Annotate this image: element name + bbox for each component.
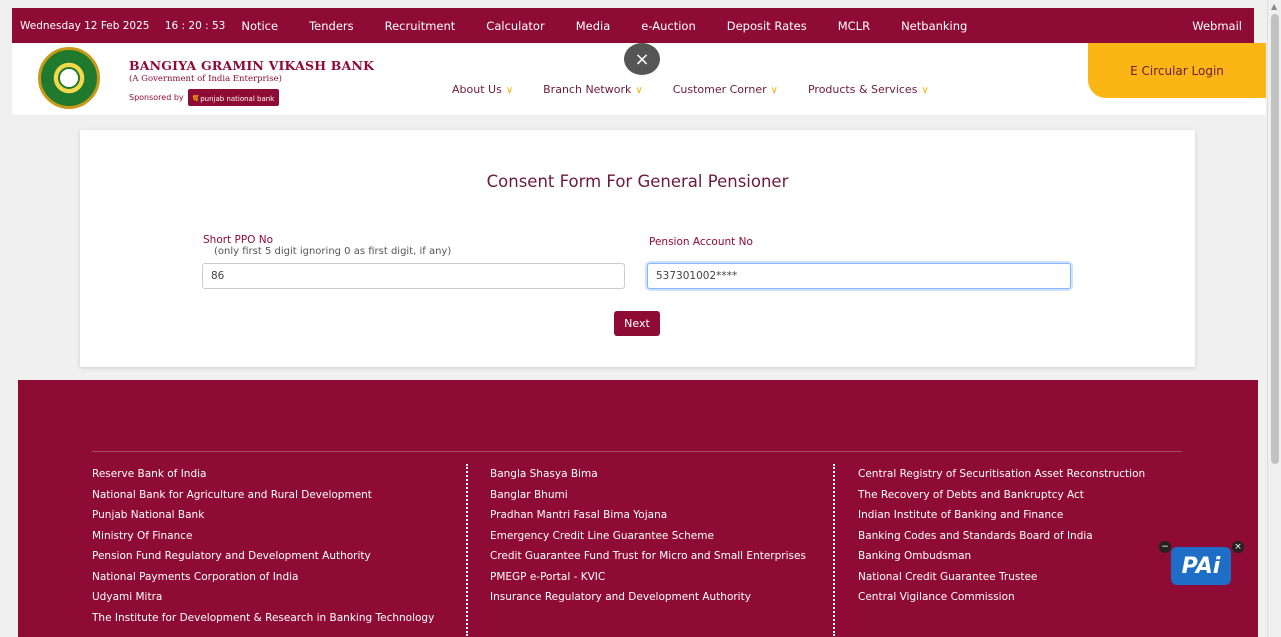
footer-divider (833, 464, 835, 636)
footer-divider (466, 464, 468, 636)
top-nav-media[interactable]: Media (576, 19, 611, 33)
bank-subtitle: (A Government of India Enterprise) (129, 74, 282, 84)
sponsored-by-label: Sponsored by (129, 93, 184, 102)
nav-products-services-label: Products & Services (807, 83, 918, 96)
footer-link[interactable]: National Bank for Agriculture and Rural … (92, 485, 434, 506)
footer-link[interactable]: Credit Guarantee Fund Trust for Micro an… (490, 546, 806, 567)
footer-link[interactable]: Indian Institute of Banking and Finance (858, 505, 1145, 526)
bank-name: BANGIYA GRAMIN VIKASH BANK (129, 58, 375, 73)
nav-customer-corner[interactable]: Customer Corner ∨ (673, 83, 778, 96)
footer-link[interactable]: Banking Ombudsman (858, 546, 1145, 567)
next-button[interactable]: Next (614, 311, 660, 336)
minimize-icon[interactable]: − (1159, 541, 1171, 553)
footer-rule (92, 451, 1182, 452)
main-nav: About Us ∨ Branch Network ∨ Customer Corne… (452, 83, 959, 96)
footer-link[interactable]: National Payments Corporation of India (92, 567, 434, 588)
footer-link[interactable]: Bangla Shasya Bima (490, 464, 806, 485)
pension-account-input[interactable] (647, 263, 1071, 289)
bank-logo[interactable] (38, 47, 100, 109)
webmail-link[interactable]: Webmail (1192, 19, 1254, 33)
page-scrollbar[interactable]: ▲ (1267, 0, 1281, 637)
top-nav-recruitment[interactable]: Recruitment (385, 19, 456, 33)
pension-account-label: Pension Account No (649, 236, 753, 248)
footer-link[interactable]: The Recovery of Debts and Bankruptcy Act (858, 485, 1145, 506)
date-time: Wednesday 12 Feb 2025 16 : 20 : 53 (12, 20, 225, 32)
top-bar: Wednesday 12 Feb 2025 16 : 20 : 53 Notic… (12, 8, 1254, 43)
top-nav-notice[interactable]: Notice (241, 19, 278, 33)
footer-link[interactable]: National Credit Guarantee Trustee (858, 567, 1145, 588)
chevron-down-icon: ∨ (921, 85, 929, 96)
top-nav-netbanking[interactable]: Netbanking (901, 19, 967, 33)
short-ppo-input[interactable] (202, 263, 625, 289)
chevron-down-icon: ∨ (635, 85, 643, 96)
footer-link[interactable]: Central Registry of Securitisation Asset… (858, 464, 1145, 485)
e-circular-login-button[interactable]: E Circular Login (1088, 43, 1266, 98)
nav-customer-corner-label: Customer Corner (672, 83, 767, 96)
current-time: 16 : 20 : 53 (164, 19, 226, 32)
footer-link[interactable]: Reserve Bank of India (92, 464, 434, 485)
chevron-down-icon: ∨ (505, 85, 514, 96)
ppo-label: Short PPO No (203, 234, 274, 246)
nav-about-us-label: About Us (452, 83, 502, 96)
footer-link[interactable]: Punjab National Bank (92, 505, 434, 526)
chat-widget[interactable]: PAi − × (1159, 541, 1244, 589)
top-nav-tenders[interactable]: Tenders (309, 19, 354, 33)
footer-link[interactable]: Emergency Credit Line Guarantee Scheme (490, 526, 806, 547)
close-icon[interactable]: × (1232, 541, 1244, 553)
footer-link[interactable]: Ministry Of Finance (92, 526, 434, 547)
top-nav-deposit-rates[interactable]: Deposit Rates (727, 19, 807, 33)
footer-links-col-1: Reserve Bank of India National Bank for … (92, 464, 434, 628)
site-footer: Reserve Bank of India National Bank for … (18, 380, 1258, 637)
form-title: Consent Form For General Pensioner (486, 172, 789, 191)
top-nav-e-auction[interactable]: e-Auction (641, 19, 695, 33)
footer-link[interactable]: Banking Codes and Standards Board of Ind… (858, 526, 1145, 547)
footer-link[interactable]: Udyami Mitra (92, 587, 434, 608)
footer-link[interactable]: Insurance Regulatory and Development Aut… (490, 587, 806, 608)
current-date: Wednesday 12 Feb 2025 (20, 19, 150, 32)
top-nav-calculator[interactable]: Calculator (486, 19, 544, 33)
scroll-up-icon[interactable]: ▲ (1271, 2, 1277, 11)
footer-link[interactable]: The Institute for Development & Research… (92, 608, 434, 629)
ppo-hint: (only first 5 digit ignoring 0 as first … (214, 246, 452, 257)
top-nav-mclr[interactable]: MCLR (838, 19, 870, 33)
site-header: BANGIYA GRAMIN VIKASH BANK (A Government… (12, 43, 1266, 115)
pai-chat-icon[interactable]: PAi (1171, 547, 1231, 585)
footer-links-col-3: Central Registry of Securitisation Asset… (858, 464, 1145, 608)
nav-about-us[interactable]: About Us ∨ (452, 83, 513, 96)
sponsor-line: Sponsored by ध punjab national bank (129, 89, 280, 106)
close-icon[interactable]: × (624, 43, 660, 75)
nav-branch-network[interactable]: Branch Network ∨ (543, 83, 643, 96)
pnb-logo: ध punjab national bank (187, 89, 280, 106)
consent-form-card: Consent Form For General Pensioner Short… (80, 130, 1195, 367)
footer-link[interactable]: Pension Fund Regulatory and Development … (92, 546, 434, 567)
chevron-down-icon: ∨ (770, 85, 778, 96)
nav-branch-network-label: Branch Network (543, 83, 632, 96)
scrollbar-thumb[interactable] (1271, 14, 1279, 464)
footer-link[interactable]: Pradhan Mantri Fasal Bima Yojana (490, 505, 806, 526)
pnb-logo-text: punjab national bank (200, 95, 275, 103)
top-nav: Notice Tenders Recruitment Calculator Me… (241, 19, 998, 33)
nav-products-services[interactable]: Products & Services ∨ (808, 83, 929, 96)
footer-link[interactable]: PMEGP e-Portal - KVIC (490, 567, 806, 588)
footer-links-col-2: Bangla Shasya Bima Banglar Bhumi Pradhan… (490, 464, 806, 608)
footer-link[interactable]: Central Vigilance Commission (858, 587, 1145, 608)
footer-link[interactable]: Banglar Bhumi (490, 485, 806, 506)
